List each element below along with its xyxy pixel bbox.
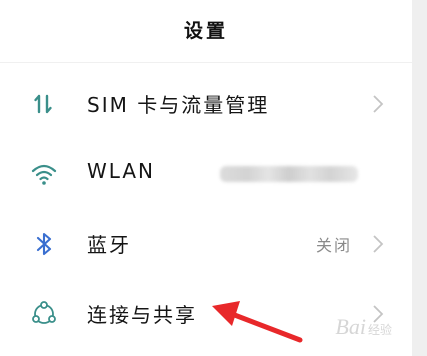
bluetooth-status: 关闭 — [315, 236, 352, 255]
right-edge-strip — [412, 0, 427, 356]
chevron-right-icon — [372, 234, 384, 254]
chevron-right-icon — [372, 94, 384, 114]
settings-item-label: WLAN — [87, 159, 156, 183]
page-title: 设置 — [183, 20, 228, 42]
settings-screen: 设置 SIM 卡与流量管理 WLAN 蓝牙 关闭 连接与共享 Bai 经验 — [0, 0, 412, 356]
settings-item-wlan[interactable]: WLAN — [0, 142, 412, 204]
bluetooth-icon — [30, 230, 58, 258]
connection-sharing-icon — [30, 300, 58, 328]
watermark-suffix: 经验 — [367, 323, 392, 337]
sim-data-arrows-icon — [30, 90, 58, 118]
settings-item-label: SIM 卡与流量管理 — [87, 93, 270, 117]
settings-item-label: 连接与共享 — [87, 303, 197, 327]
settings-item-label: 蓝牙 — [87, 233, 131, 257]
wlan-network-name-redacted — [220, 166, 358, 182]
wifi-icon — [30, 160, 58, 188]
settings-item-sim[interactable]: SIM 卡与流量管理 — [0, 72, 412, 134]
watermark: Bai 经验 — [335, 314, 392, 340]
header-divider — [0, 62, 412, 63]
settings-item-bluetooth[interactable]: 蓝牙 关闭 — [0, 212, 412, 274]
watermark-text: Bai — [335, 314, 366, 339]
